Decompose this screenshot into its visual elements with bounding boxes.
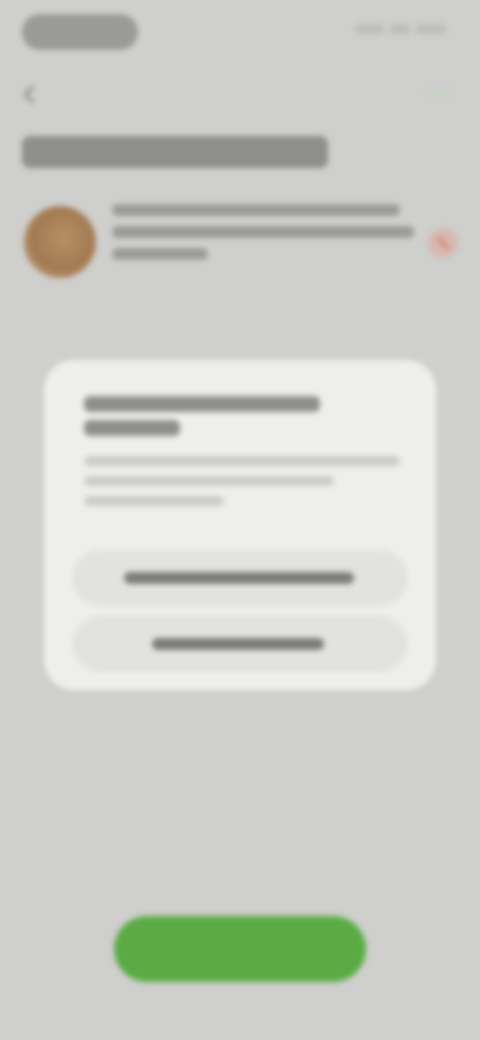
dialog-message-line-2: [84, 476, 334, 486]
dialog-message-line-3: [84, 496, 224, 506]
chevron-left-icon[interactable]: [23, 85, 42, 104]
header-action[interactable]: [426, 90, 450, 98]
primary-action-button[interactable]: [114, 916, 366, 982]
dialog-secondary-button-label: [152, 638, 324, 650]
status-time: [22, 14, 138, 50]
page-title: [22, 136, 328, 168]
dialog-primary-button-label: [124, 572, 354, 584]
blurred-screen: [0, 0, 480, 1040]
status-indicators: [356, 24, 446, 34]
product-image: [24, 206, 96, 278]
product-name-line-1: [112, 204, 400, 216]
product-name-line-3: [112, 248, 208, 260]
remove-icon[interactable]: [428, 228, 458, 258]
dialog-title: [84, 396, 320, 412]
signal-icon: [356, 24, 384, 34]
battery-icon: [416, 24, 446, 34]
dialog-message: [84, 456, 400, 466]
wifi-icon: [390, 24, 410, 34]
confirmation-dialog: [44, 360, 436, 690]
product-name-line-2: [112, 226, 414, 238]
dialog-primary-button[interactable]: [72, 550, 408, 606]
dialog-secondary-button[interactable]: [72, 616, 408, 672]
dialog-title-line-2: [84, 420, 180, 436]
